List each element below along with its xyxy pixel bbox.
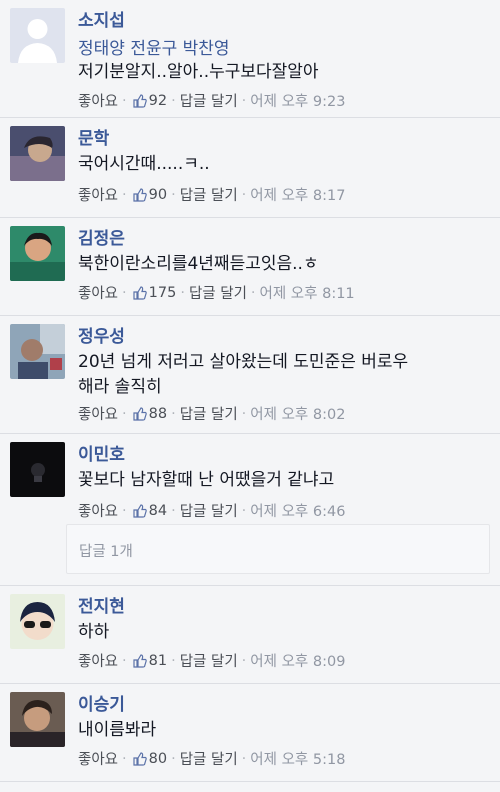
tagged-friends[interactable]: 정태양 전윤구 박찬영 — [78, 34, 230, 59]
separator: · — [241, 502, 247, 519]
comment-item: 정우성 20년 넘게 저러고 살아왔는데 도민준은 버로우 해라 솔직히 좋아요… — [0, 316, 500, 434]
avatar[interactable] — [10, 594, 65, 649]
timestamp[interactable]: 어제 오후 8:09 — [250, 650, 345, 671]
thumbs-up-icon — [133, 751, 147, 766]
comment-item: 전지현 하하 좋아요 · 81 · 답글 달기 · 어제 오후 8:09 — [0, 586, 500, 684]
comment-author[interactable]: 이민호 — [78, 440, 125, 465]
comment-author[interactable]: 이승기 — [78, 690, 125, 715]
separator: · — [180, 284, 185, 301]
comment-author[interactable]: 김정은 — [78, 224, 125, 249]
comment-item: 이승기 내이름봐라 좋아요 · 80 · 답글 달기 · 어제 오후 5:18 — [0, 684, 500, 782]
comment-item: 문학 국어시간때.....ㅋ.. 좋아요 · 90 · 답글 달기 · 어제 오… — [0, 118, 500, 218]
reply-button[interactable]: 답글 달기 — [180, 650, 238, 671]
reply-button[interactable]: 답글 달기 — [180, 90, 238, 111]
comment-text-line: 해라 솔직히 — [78, 377, 162, 397]
separator: · — [241, 750, 247, 767]
comment-feed: 소지섭 정태양 전윤구 박찬영 저기분알지..알아..누구보다잘알아 좋아요 ·… — [0, 0, 500, 792]
separator: · — [171, 186, 176, 203]
comment-text: 국어시간때.....ㅋ.. — [78, 154, 210, 174]
thumbs-up-icon — [133, 406, 147, 421]
like-count[interactable]: 81 — [149, 653, 167, 669]
timestamp[interactable]: 어제 오후 8:02 — [250, 403, 345, 424]
comment-item: 김정은 북한이란소리를4년째듣고잇음..ㅎ 좋아요 · 175 · 답글 달기 … — [0, 218, 500, 316]
reply-button[interactable]: 답글 달기 — [180, 403, 238, 424]
comment-text: 저기분알지..알아..누구보다잘알아 — [78, 62, 319, 82]
thumbs-up-icon — [133, 285, 147, 300]
comment-text: 내이름봐라 — [78, 720, 157, 740]
avatar[interactable] — [10, 226, 65, 281]
reply-button[interactable]: 답글 달기 — [180, 184, 238, 205]
comment-text-line: 20년 넘게 저러고 살아왔는데 도민준은 버로우 — [78, 352, 409, 372]
comment-actions: 좋아요 · 80 · 답글 달기 · 어제 오후 5:18 — [78, 748, 345, 769]
comment-author[interactable]: 문학 — [78, 124, 109, 149]
avatar[interactable] — [10, 692, 65, 747]
comment-text: 북한이란소리를4년째듣고잇음..ㅎ — [78, 254, 319, 274]
like-button[interactable]: 좋아요 — [78, 184, 118, 205]
comment-author[interactable]: 소지섭 — [78, 6, 125, 31]
separator: · — [122, 750, 127, 767]
separator: · — [241, 405, 247, 422]
comment-actions: 좋아요 · 88 · 답글 달기 · 어제 오후 8:02 — [78, 403, 345, 424]
separator: · — [171, 92, 176, 109]
comment-text: 20년 넘게 저러고 살아왔는데 도민준은 버로우 해라 솔직히 — [78, 350, 488, 400]
separator: · — [122, 186, 127, 203]
avatar[interactable] — [10, 126, 65, 181]
like-count[interactable]: 80 — [149, 751, 167, 767]
thumbs-up-icon — [133, 653, 147, 668]
comment-actions: 좋아요 · 81 · 답글 달기 · 어제 오후 8:09 — [78, 650, 345, 671]
like-count[interactable]: 88 — [149, 406, 167, 422]
reply-button[interactable]: 답글 달기 — [180, 500, 238, 521]
separator: · — [122, 502, 127, 519]
separator: · — [122, 92, 127, 109]
view-replies-box[interactable]: 답글 1개 — [66, 524, 490, 574]
comment-actions: 좋아요 · 175 · 답글 달기 · 어제 오후 8:11 — [78, 282, 355, 303]
like-button[interactable]: 좋아요 — [78, 282, 118, 303]
separator: · — [122, 284, 127, 301]
like-count[interactable]: 92 — [149, 93, 167, 109]
avatar[interactable] — [10, 442, 65, 497]
avatar[interactable] — [10, 8, 65, 63]
separator: · — [250, 284, 256, 301]
like-button[interactable]: 좋아요 — [78, 748, 118, 769]
like-button[interactable]: 좋아요 — [78, 650, 118, 671]
thumbs-up-icon — [133, 503, 147, 518]
separator: · — [122, 405, 127, 422]
like-count[interactable]: 175 — [149, 285, 177, 301]
reply-button[interactable]: 답글 달기 — [180, 748, 238, 769]
separator: · — [171, 502, 176, 519]
like-count[interactable]: 84 — [149, 503, 167, 519]
comment-item: 소지섭 정태양 전윤구 박찬영 저기분알지..알아..누구보다잘알아 좋아요 ·… — [0, 0, 500, 118]
like-button[interactable]: 좋아요 — [78, 500, 118, 521]
thumbs-up-icon — [133, 187, 147, 202]
comment-actions: 좋아요 · 84 · 답글 달기 · 어제 오후 6:46 — [78, 500, 345, 521]
timestamp[interactable]: 어제 오후 8:17 — [250, 184, 345, 205]
like-button[interactable]: 좋아요 — [78, 90, 118, 111]
separator: · — [171, 405, 176, 422]
comment-text: 꽃보다 남자할때 난 어땠을거 같냐고 — [78, 470, 335, 490]
timestamp[interactable]: 어제 오후 9:23 — [250, 90, 345, 111]
thumbs-up-icon — [133, 93, 147, 108]
comment-author[interactable]: 전지현 — [78, 592, 125, 617]
like-count[interactable]: 90 — [149, 187, 167, 203]
timestamp[interactable]: 어제 오후 6:46 — [250, 500, 345, 521]
separator: · — [241, 186, 247, 203]
separator: · — [171, 750, 176, 767]
timestamp[interactable]: 어제 오후 8:11 — [260, 282, 355, 303]
comment-author[interactable]: 정우성 — [78, 322, 125, 347]
reply-button[interactable]: 답글 달기 — [189, 282, 247, 303]
separator: · — [241, 652, 247, 669]
separator: · — [171, 652, 176, 669]
like-button[interactable]: 좋아요 — [78, 403, 118, 424]
separator: · — [241, 92, 247, 109]
comment-actions: 좋아요 · 92 · 답글 달기 · 어제 오후 9:23 — [78, 90, 345, 111]
reply-count[interactable]: 답글 1개 — [79, 540, 133, 561]
comment-actions: 좋아요 · 90 · 답글 달기 · 어제 오후 8:17 — [78, 184, 345, 205]
avatar[interactable] — [10, 324, 65, 379]
timestamp[interactable]: 어제 오후 5:18 — [250, 748, 345, 769]
separator: · — [122, 652, 127, 669]
comment-text: 하하 — [78, 622, 110, 642]
